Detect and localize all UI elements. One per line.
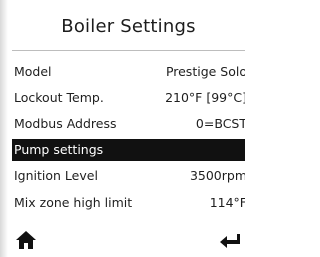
setting-value-modbus-address: 0=BCST — [195, 116, 245, 131]
setting-row-mix-zone-high-limit[interactable]: Mix zone high limit 114°F — [12, 191, 245, 215]
setting-value-ignition-level: 3500rpm — [189, 168, 245, 183]
setting-value-model: Prestige Solo — [165, 64, 245, 79]
bottom-bar — [12, 230, 245, 257]
title-divider — [12, 50, 245, 51]
setting-label-model: Model — [14, 64, 52, 79]
setting-row-pump-settings[interactable]: Pump settings — [12, 139, 245, 161]
home-icon[interactable] — [15, 230, 37, 250]
setting-value-mix-zone-high-limit: 114°F — [209, 195, 245, 210]
display-screen: Boiler Settings Model Prestige Solo Lock… — [12, 0, 245, 257]
setting-label-mix-zone-high-limit: Mix zone high limit — [14, 195, 133, 210]
page-title: Boiler Settings — [61, 16, 196, 37]
return-arrow-icon[interactable] — [219, 231, 243, 251]
setting-label-ignition-level: Ignition Level — [14, 168, 98, 183]
boiler-settings-window: Boiler Settings Model Prestige Solo Lock… — [0, 0, 245, 257]
setting-row-ignition-level[interactable]: Ignition Level 3500rpm — [12, 164, 245, 188]
setting-row-lockout-temp[interactable]: Lockout Temp. 210°F [99°C] — [12, 86, 245, 110]
setting-row-modbus-address[interactable]: Modbus Address 0=BCST — [12, 112, 245, 136]
bezel-shadow — [0, 0, 8, 257]
setting-label-pump-settings: Pump settings — [14, 142, 104, 157]
setting-row-model[interactable]: Model Prestige Solo — [12, 60, 245, 84]
setting-label-lockout-temp: Lockout Temp. — [14, 90, 104, 105]
setting-value-lockout-temp: 210°F [99°C] — [165, 90, 245, 105]
setting-label-modbus-address: Modbus Address — [14, 116, 117, 131]
